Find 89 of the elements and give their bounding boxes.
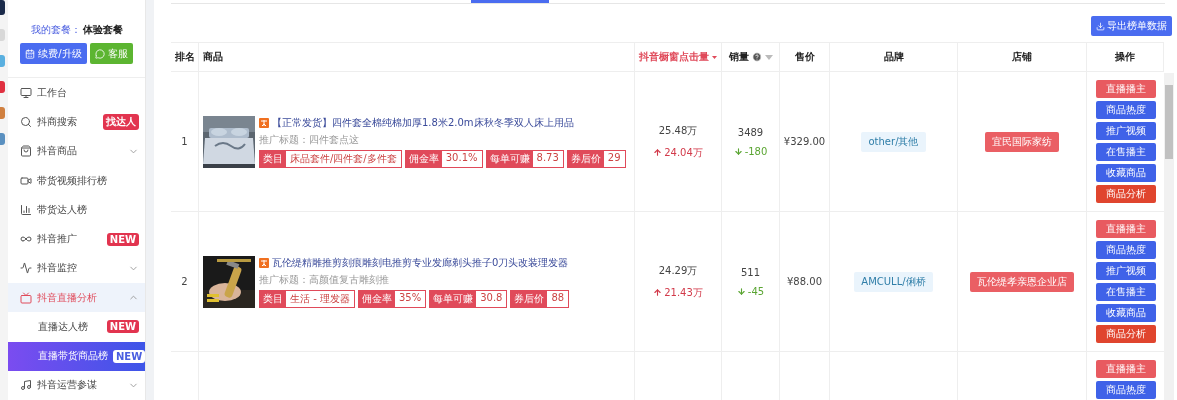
action-button[interactable]: 商品分析	[1095, 185, 1156, 203]
tv-icon	[20, 291, 32, 304]
product-tag: 券后价 88	[510, 289, 570, 308]
product-tag: 券后价 29	[566, 149, 626, 168]
product-tag: 佣金率 30.1%	[404, 149, 483, 168]
sort-caret-icon[interactable]	[712, 54, 717, 60]
column-header: 售价	[794, 50, 815, 64]
product-tag: 佣金率 35%	[357, 289, 427, 308]
chat-icon	[94, 48, 105, 59]
menu-item[interactable]: 抖音运营参谋	[8, 370, 145, 400]
action-button[interactable]: 在售播主	[1095, 283, 1156, 301]
menu-item[interactable]: 抖音商品	[8, 136, 145, 167]
sales-change: -180	[733, 145, 768, 157]
action-button[interactable]: 在售播主	[1095, 143, 1156, 161]
column-header[interactable]: 销量	[728, 50, 749, 64]
action-button[interactable]: 直播播主	[1095, 360, 1156, 378]
search-icon	[20, 116, 32, 129]
menu-item[interactable]: 直播达人榜 NEW	[8, 312, 145, 342]
menu-badge: NEW	[106, 232, 139, 246]
menu-item[interactable]: 带货达人榜	[8, 195, 145, 225]
column-header: 排名	[174, 50, 195, 64]
click-change: 21.43万	[653, 285, 703, 300]
bar-chart-icon	[20, 203, 32, 216]
action-button[interactable]: 商品热度	[1095, 381, 1156, 399]
export-button[interactable]: 导出榜单数据	[1091, 16, 1172, 36]
price: ¥88.00	[787, 276, 822, 287]
rank: 1	[181, 136, 188, 147]
brand-tag: other/其他	[861, 131, 926, 152]
column-header: 商品	[203, 50, 223, 64]
sort-caret-icon[interactable]	[764, 54, 773, 60]
menu-item[interactable]: 带货视频排行榜	[8, 166, 145, 196]
video-icon	[20, 174, 32, 187]
price: ¥329.00	[783, 136, 826, 147]
monitor-icon	[20, 87, 32, 99]
arrow-down-icon	[733, 146, 743, 156]
shop-tag[interactable]: 瓦伦缇孝亲恩企业店	[970, 271, 1074, 292]
action-button[interactable]: 商品热度	[1095, 241, 1156, 259]
product-title-link[interactable]: 【正常发货】四件套全棉纯棉加厚1.8米2.0m床秋冬季双人床上用品	[272, 115, 574, 130]
column-header: 操作	[1115, 50, 1135, 64]
action-button[interactable]: 收藏商品	[1095, 164, 1156, 182]
calendar-icon	[25, 48, 36, 59]
renew-button[interactable]: 续费/升级	[20, 43, 87, 65]
menu-item[interactable]: 抖音直播分析	[8, 283, 145, 313]
click-count: 25.48万	[658, 123, 698, 138]
column-header: 店铺	[1012, 50, 1032, 64]
bag-icon	[20, 145, 32, 158]
column-header: 品牌	[883, 50, 904, 64]
shop-platform-icon	[259, 117, 269, 128]
product-tag: 每单可赚 8.73	[485, 149, 564, 168]
click-count: 24.29万	[658, 263, 698, 278]
line-chart-icon	[20, 262, 32, 275]
promo-title: 推广标题：四件套点这	[259, 132, 360, 147]
scrollbar[interactable]	[1164, 73, 1174, 400]
action-button[interactable]: 商品热度	[1095, 101, 1156, 119]
menu-badge: 找达人	[103, 114, 139, 131]
menu-item[interactable]: 抖商搜索 找达人	[8, 107, 145, 137]
action-button[interactable]: 商品分析	[1095, 325, 1156, 343]
plan-name: 体验套餐	[82, 23, 123, 38]
sales-change: -45	[736, 285, 765, 297]
sales-count: 511	[740, 266, 761, 278]
action-button[interactable]: 推广视频	[1095, 122, 1156, 140]
menu-item[interactable]: 抖音监控	[8, 253, 145, 284]
menu-item[interactable]: 抖音推广 NEW	[8, 224, 145, 254]
menu-item[interactable]: 直播带货商品榜 NEW	[8, 341, 145, 371]
action-button[interactable]: 直播播主	[1095, 220, 1156, 238]
product-tag: 每单可赚 30.8	[429, 289, 508, 308]
brand-tag: AMCULL/俐桥	[854, 271, 933, 292]
click-change: 24.04万	[653, 145, 703, 160]
product-tag: 类目 生活 - 理发器	[259, 289, 355, 308]
plan-label: 我的套餐：	[30, 23, 81, 38]
arrow-up-icon	[653, 148, 663, 157]
menu-item[interactable]: 工作台	[8, 78, 145, 108]
menu-badge: NEW	[106, 320, 139, 334]
arrow-down-icon	[736, 286, 746, 296]
action-button[interactable]: 收藏商品	[1095, 304, 1156, 322]
product-tag: 类目 床品套件/四件套/多件套	[259, 149, 402, 168]
shop-tag[interactable]: 宜民国际家纺	[985, 131, 1059, 152]
service-button[interactable]: 客服	[89, 43, 133, 65]
action-button[interactable]: 推广视频	[1095, 262, 1156, 280]
promo-title: 推广标题：高颜值复古雕刻推	[259, 272, 390, 287]
arrow-up-icon	[653, 288, 663, 297]
shop-platform-icon	[259, 257, 269, 268]
sales-count: 3489	[737, 126, 764, 138]
rank: 2	[181, 276, 188, 287]
action-button[interactable]: 直播播主	[1095, 80, 1156, 98]
download-icon	[1096, 21, 1105, 31]
music-note-icon	[20, 379, 32, 392]
menu-badge: NEW	[113, 349, 146, 363]
product-title-link[interactable]: 瓦伦缇精雕推剪刻痕雕刻电推剪专业发廊剃头推子0刀头改装理发器	[272, 255, 569, 270]
